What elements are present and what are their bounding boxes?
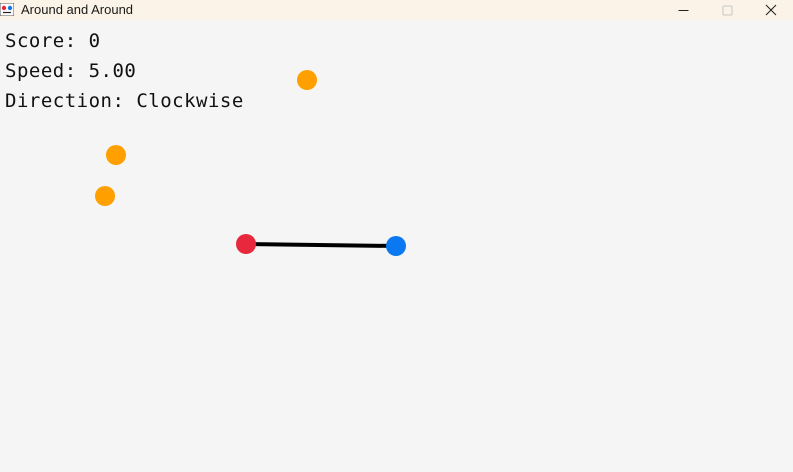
orange-dot xyxy=(95,186,115,206)
blue-ball xyxy=(386,236,406,256)
red-ball xyxy=(236,234,256,254)
game-window: Around and Around Score: 0 Speed: 5.00 D… xyxy=(0,0,793,472)
connecting-rod xyxy=(245,242,397,248)
orange-dot xyxy=(297,70,317,90)
game-canvas[interactable] xyxy=(0,0,793,472)
orange-dot xyxy=(106,145,126,165)
